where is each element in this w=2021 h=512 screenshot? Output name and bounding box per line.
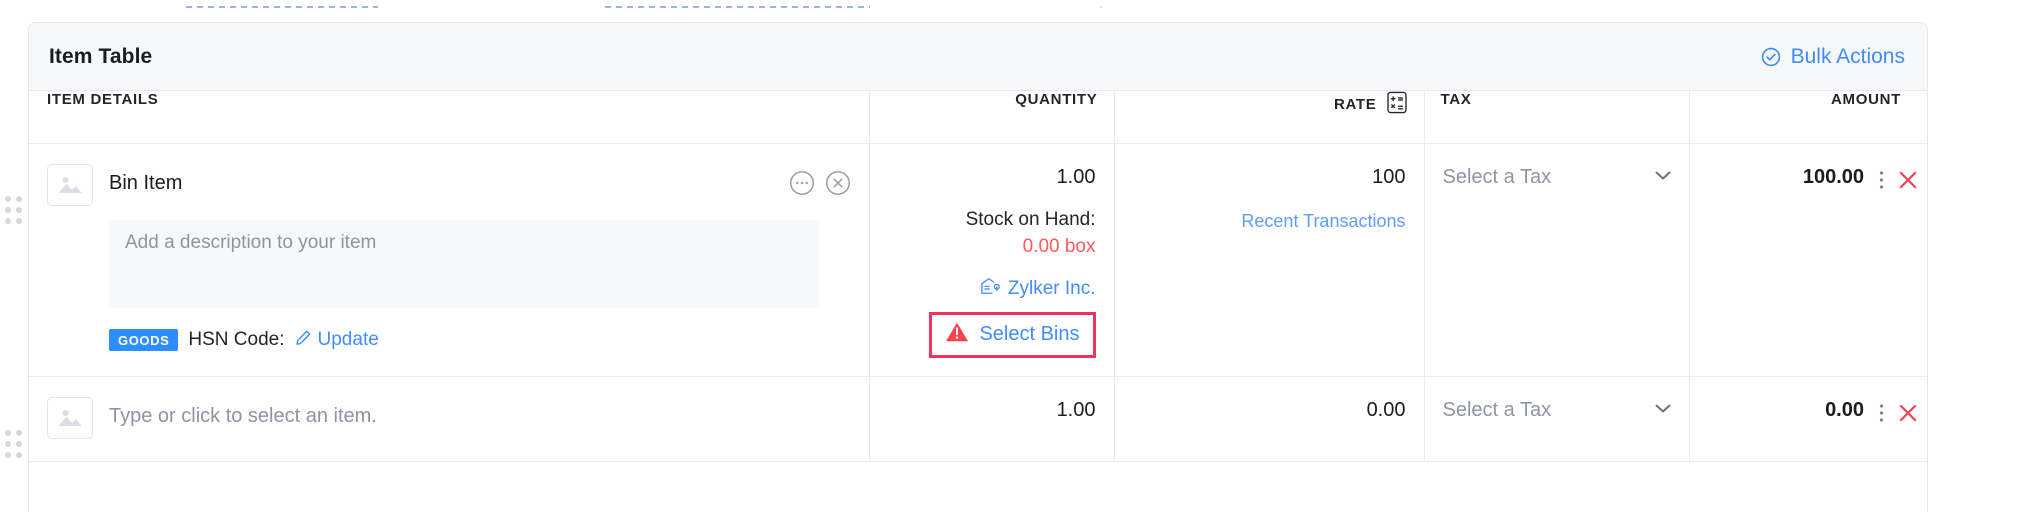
clear-item-icon[interactable]: [825, 170, 851, 196]
item-name[interactable]: Bin Item: [109, 172, 773, 195]
amount-value: 0.00: [1825, 398, 1864, 421]
header-amount: AMOUNT: [1688, 91, 1927, 144]
cell-tax: Select a Tax: [1423, 376, 1689, 462]
row-drag-handle[interactable]: [5, 430, 23, 458]
item-table-header: Item Table Bulk Actions: [29, 23, 1927, 91]
select-bins-button[interactable]: Select Bins: [929, 311, 1096, 358]
check-circle-icon: [1760, 46, 1782, 68]
cell-tax: Select a Tax: [1423, 143, 1689, 377]
header-item-details: ITEM DETAILS: [29, 91, 869, 144]
warehouse-name: Zylker Inc.: [1007, 277, 1096, 299]
cell-rate: 0.00: [1113, 376, 1424, 462]
field-underline-above-left: [186, 6, 378, 8]
field-underline-above-right: [605, 6, 870, 8]
cell-amount: 0.00: [1688, 376, 1927, 462]
tax-placeholder: Select a Tax: [1442, 165, 1552, 188]
stock-on-hand-value: 0.00 box: [1022, 235, 1096, 257]
cell-quantity: 1.00 Stock on Hand: 0.00 box Zylker Inc.…: [868, 143, 1114, 377]
hsn-code-line: GOODS HSN Code: Update: [109, 329, 851, 352]
item-image-placeholder[interactable]: [47, 396, 93, 439]
recent-transactions-link[interactable]: Recent Transactions: [1133, 211, 1405, 232]
row-menu-icon[interactable]: [1878, 168, 1885, 192]
stock-on-hand-label: Stock on Hand:: [965, 208, 1096, 230]
table-header-row: ITEM DETAILS QUANTITY RATE TAX AMOUNT: [29, 91, 1927, 144]
warehouse-link[interactable]: Zylker Inc.: [980, 276, 1096, 302]
chevron-down-icon: [1653, 401, 1673, 420]
items-table-body: Bin Item Add a description to your item …: [29, 143, 1927, 462]
table-row: Type or click to select an item. 1.00 0.…: [29, 376, 1927, 462]
cell-rate: 100 Recent Transactions: [1113, 143, 1424, 377]
tax-select[interactable]: Select a Tax: [1443, 399, 1673, 422]
cell-item-details: Type or click to select an item.: [29, 376, 869, 462]
header-rate-label: RATE: [1333, 96, 1377, 113]
header-rate: RATE: [1113, 91, 1424, 144]
rate-value[interactable]: 0.00: [1133, 399, 1406, 422]
quantity-value[interactable]: 1.00: [888, 166, 1096, 189]
pencil-icon: [295, 329, 312, 352]
item-select-input[interactable]: Type or click to select an item.: [109, 405, 851, 428]
tax-select[interactable]: Select a Tax: [1443, 166, 1673, 189]
warning-triangle-icon: [945, 321, 969, 348]
amount-value: 100.00: [1802, 165, 1864, 188]
header-quantity: QUANTITY: [868, 91, 1114, 144]
item-table-card: Item Table Bulk Actions ITEM DETAILS QUA…: [28, 22, 1928, 512]
quantity-value[interactable]: 1.00: [888, 399, 1096, 422]
cell-amount: 100.00: [1688, 143, 1927, 377]
items-table-head: ITEM DETAILS QUANTITY RATE TAX AMOUNT: [29, 91, 1927, 144]
row-menu-icon[interactable]: [1878, 401, 1885, 425]
item-description-input[interactable]: [109, 219, 819, 308]
row-drag-handle[interactable]: [5, 196, 23, 224]
header-tax: TAX: [1423, 91, 1689, 144]
tax-placeholder: Select a Tax: [1442, 398, 1552, 421]
delete-row-icon[interactable]: [1897, 402, 1919, 424]
rate-value[interactable]: 100: [1133, 166, 1405, 189]
cell-item-details: Bin Item Add a description to your item …: [29, 143, 869, 377]
hsn-update-label: Update: [317, 329, 379, 350]
cell-quantity: 1.00: [868, 376, 1114, 462]
select-bins-label: Select Bins: [979, 322, 1080, 345]
item-image-placeholder[interactable]: [47, 163, 93, 206]
warehouse-icon: [980, 276, 1001, 302]
bulk-actions-button[interactable]: Bulk Actions: [1760, 45, 1905, 69]
delete-row-icon[interactable]: [1897, 169, 1919, 191]
calculator-icon[interactable]: [1386, 91, 1408, 118]
hsn-update-button[interactable]: Update: [295, 329, 379, 352]
screen: Item Table Bulk Actions ITEM DETAILS QUA…: [0, 0, 2021, 512]
items-table: ITEM DETAILS QUANTITY RATE TAX AMOUNT Bi…: [29, 91, 1927, 462]
field-divider-above: [1100, 6, 1102, 8]
table-row: Bin Item Add a description to your item …: [29, 143, 1927, 377]
goods-badge: GOODS: [109, 329, 179, 351]
bulk-actions-label: Bulk Actions: [1790, 44, 1905, 68]
hsn-code-label: HSN Code:: [188, 329, 285, 350]
page-title: Item Table: [49, 44, 153, 68]
more-options-icon[interactable]: [789, 170, 815, 196]
chevron-down-icon: [1653, 168, 1673, 187]
